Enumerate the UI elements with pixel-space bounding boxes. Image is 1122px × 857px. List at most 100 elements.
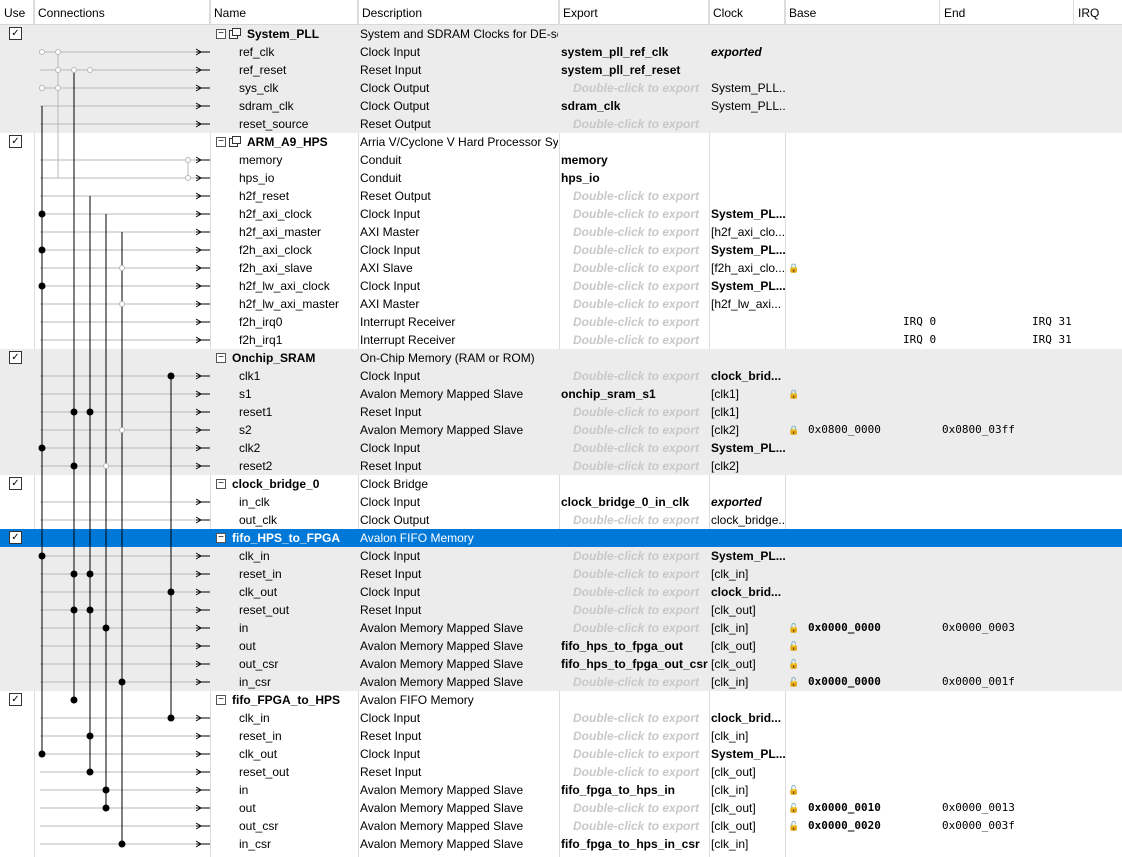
connection-point[interactable] bbox=[86, 732, 94, 740]
base-address[interactable]: 0x0000_0010 bbox=[808, 799, 928, 817]
clock-value[interactable]: clock_bridge... bbox=[711, 511, 785, 529]
clock-value[interactable]: clock_brid... bbox=[711, 367, 785, 385]
column-header-end[interactable]: End bbox=[940, 0, 1074, 24]
connection-point[interactable] bbox=[102, 804, 110, 812]
connection-point[interactable] bbox=[87, 67, 93, 73]
clock-value[interactable]: [clk_in] bbox=[711, 727, 785, 745]
base-address[interactable]: 0x0000_0020 bbox=[808, 817, 928, 835]
export-placeholder[interactable]: Double-click to export bbox=[573, 187, 721, 205]
export-placeholder[interactable]: Double-click to export bbox=[573, 421, 721, 439]
connection-point[interactable] bbox=[38, 246, 46, 254]
connection-point[interactable] bbox=[70, 696, 78, 704]
clock-value[interactable]: clock_brid... bbox=[711, 709, 785, 727]
export-name[interactable]: fifo_hps_to_fpga_out_csr bbox=[561, 655, 709, 673]
connection-point[interactable] bbox=[119, 265, 125, 271]
collapse-toggle[interactable]: − bbox=[216, 353, 226, 363]
clock-value[interactable]: System_PL... bbox=[711, 439, 785, 457]
export-placeholder[interactable]: Double-click to export bbox=[573, 799, 721, 817]
connection-point[interactable] bbox=[39, 85, 45, 91]
export-placeholder[interactable]: Double-click to export bbox=[573, 565, 721, 583]
clock-value[interactable]: [h2f_lw_axi... bbox=[711, 295, 785, 313]
connection-point[interactable] bbox=[86, 768, 94, 776]
unlocked-icon[interactable]: 🔓 bbox=[788, 655, 798, 673]
clock-value[interactable]: [clk_in] bbox=[711, 673, 785, 691]
clock-value[interactable]: [clk_out] bbox=[711, 601, 785, 619]
component-name[interactable]: fifo_HPS_to_FPGA bbox=[232, 529, 350, 547]
clock-value[interactable]: [clk1] bbox=[711, 403, 785, 421]
connection-point[interactable] bbox=[70, 462, 78, 470]
export-name[interactable]: fifo_fpga_to_hps_in bbox=[561, 781, 709, 799]
connection-point[interactable] bbox=[102, 624, 110, 632]
export-placeholder[interactable]: Double-click to export bbox=[573, 259, 721, 277]
export-name[interactable]: sdram_clk bbox=[561, 97, 709, 115]
connection-point[interactable] bbox=[70, 606, 78, 614]
connection-point[interactable] bbox=[102, 786, 110, 794]
export-placeholder[interactable]: Double-click to export bbox=[573, 313, 721, 331]
collapse-toggle[interactable]: − bbox=[216, 29, 226, 39]
export-placeholder[interactable]: Double-click to export bbox=[573, 583, 721, 601]
connection-point[interactable] bbox=[55, 85, 61, 91]
clock-value[interactable]: [h2f_axi_clo... bbox=[711, 223, 785, 241]
clock-value[interactable]: System_PLL... bbox=[711, 79, 785, 97]
clock-value[interactable]: System_PL... bbox=[711, 745, 785, 763]
component-name[interactable]: ARM_A9_HPS bbox=[247, 133, 365, 151]
collapse-toggle[interactable]: − bbox=[216, 695, 226, 705]
clock-value[interactable]: [clk1] bbox=[711, 385, 785, 403]
export-placeholder[interactable]: Double-click to export bbox=[573, 511, 721, 529]
connection-point[interactable] bbox=[185, 175, 191, 181]
export-placeholder[interactable]: Double-click to export bbox=[573, 727, 721, 745]
export-placeholder[interactable]: Double-click to export bbox=[573, 745, 721, 763]
export-name[interactable]: onchip_sram_s1 bbox=[561, 385, 709, 403]
column-header-description[interactable]: Description bbox=[358, 0, 559, 24]
collapse-toggle[interactable]: − bbox=[216, 137, 226, 147]
clock-value[interactable]: [clk_out] bbox=[711, 817, 785, 835]
base-address[interactable]: 0x0000_0000 bbox=[808, 673, 928, 691]
export-name[interactable]: fifo_hps_to_fpga_out bbox=[561, 637, 709, 655]
clock-value[interactable]: System_PL... bbox=[711, 205, 785, 223]
connection-point[interactable] bbox=[167, 714, 175, 722]
connection-point[interactable] bbox=[103, 463, 109, 469]
unlocked-icon[interactable]: 🔓 bbox=[788, 799, 798, 817]
export-placeholder[interactable]: Double-click to export bbox=[573, 115, 721, 133]
lock-icon[interactable]: 🔒 bbox=[788, 421, 798, 439]
connection-point[interactable] bbox=[55, 49, 61, 55]
column-header-irq[interactable]: IRQ bbox=[1074, 0, 1122, 24]
export-placeholder[interactable]: Double-click to export bbox=[573, 295, 721, 313]
export-placeholder[interactable]: Double-click to export bbox=[573, 817, 721, 835]
component-name[interactable]: System_PLL bbox=[247, 25, 365, 43]
clock-value[interactable]: [clk_in] bbox=[711, 781, 785, 799]
column-header-export[interactable]: Export bbox=[559, 0, 709, 24]
connection-point[interactable] bbox=[167, 588, 175, 596]
component-name[interactable]: Onchip_SRAM bbox=[232, 349, 350, 367]
base-address[interactable]: 0x0000_0000 bbox=[808, 619, 928, 637]
connection-point[interactable] bbox=[38, 750, 46, 758]
clock-value[interactable]: [clk_out] bbox=[711, 637, 785, 655]
clock-value[interactable]: [clk_out] bbox=[711, 763, 785, 781]
export-placeholder[interactable]: Double-click to export bbox=[573, 79, 721, 97]
connections-graph[interactable] bbox=[0, 0, 210, 857]
connection-point[interactable] bbox=[86, 408, 94, 416]
connection-point[interactable] bbox=[70, 408, 78, 416]
clock-value[interactable]: [clk_in] bbox=[711, 565, 785, 583]
clock-value[interactable]: [clk_in] bbox=[711, 619, 785, 637]
export-name[interactable]: system_pll_ref_clk bbox=[561, 43, 709, 61]
clock-value[interactable]: [clk_out] bbox=[711, 655, 785, 673]
connection-point[interactable] bbox=[119, 427, 125, 433]
clock-value[interactable]: System_PL... bbox=[711, 241, 785, 259]
export-placeholder[interactable]: Double-click to export bbox=[573, 673, 721, 691]
clock-value[interactable]: [clk_in] bbox=[711, 835, 785, 853]
export-name[interactable]: clock_bridge_0_in_clk bbox=[561, 493, 709, 511]
unlocked-icon[interactable]: 🔓 bbox=[788, 673, 798, 691]
connection-point[interactable] bbox=[39, 49, 45, 55]
export-placeholder[interactable]: Double-click to export bbox=[573, 241, 721, 259]
base-address[interactable]: 0x0800_0000 bbox=[808, 421, 928, 439]
export-placeholder[interactable]: Double-click to export bbox=[573, 763, 721, 781]
clock-value[interactable]: exported bbox=[711, 43, 785, 61]
collapse-toggle[interactable]: − bbox=[216, 533, 226, 543]
clock-value[interactable]: System_PL... bbox=[711, 547, 785, 565]
clock-value[interactable]: [f2h_axi_clo... bbox=[711, 259, 785, 277]
component-name[interactable]: clock_bridge_0 bbox=[232, 475, 350, 493]
connection-point[interactable] bbox=[119, 301, 125, 307]
clock-value[interactable]: clock_brid... bbox=[711, 583, 785, 601]
clock-value[interactable]: [clk2] bbox=[711, 457, 785, 475]
